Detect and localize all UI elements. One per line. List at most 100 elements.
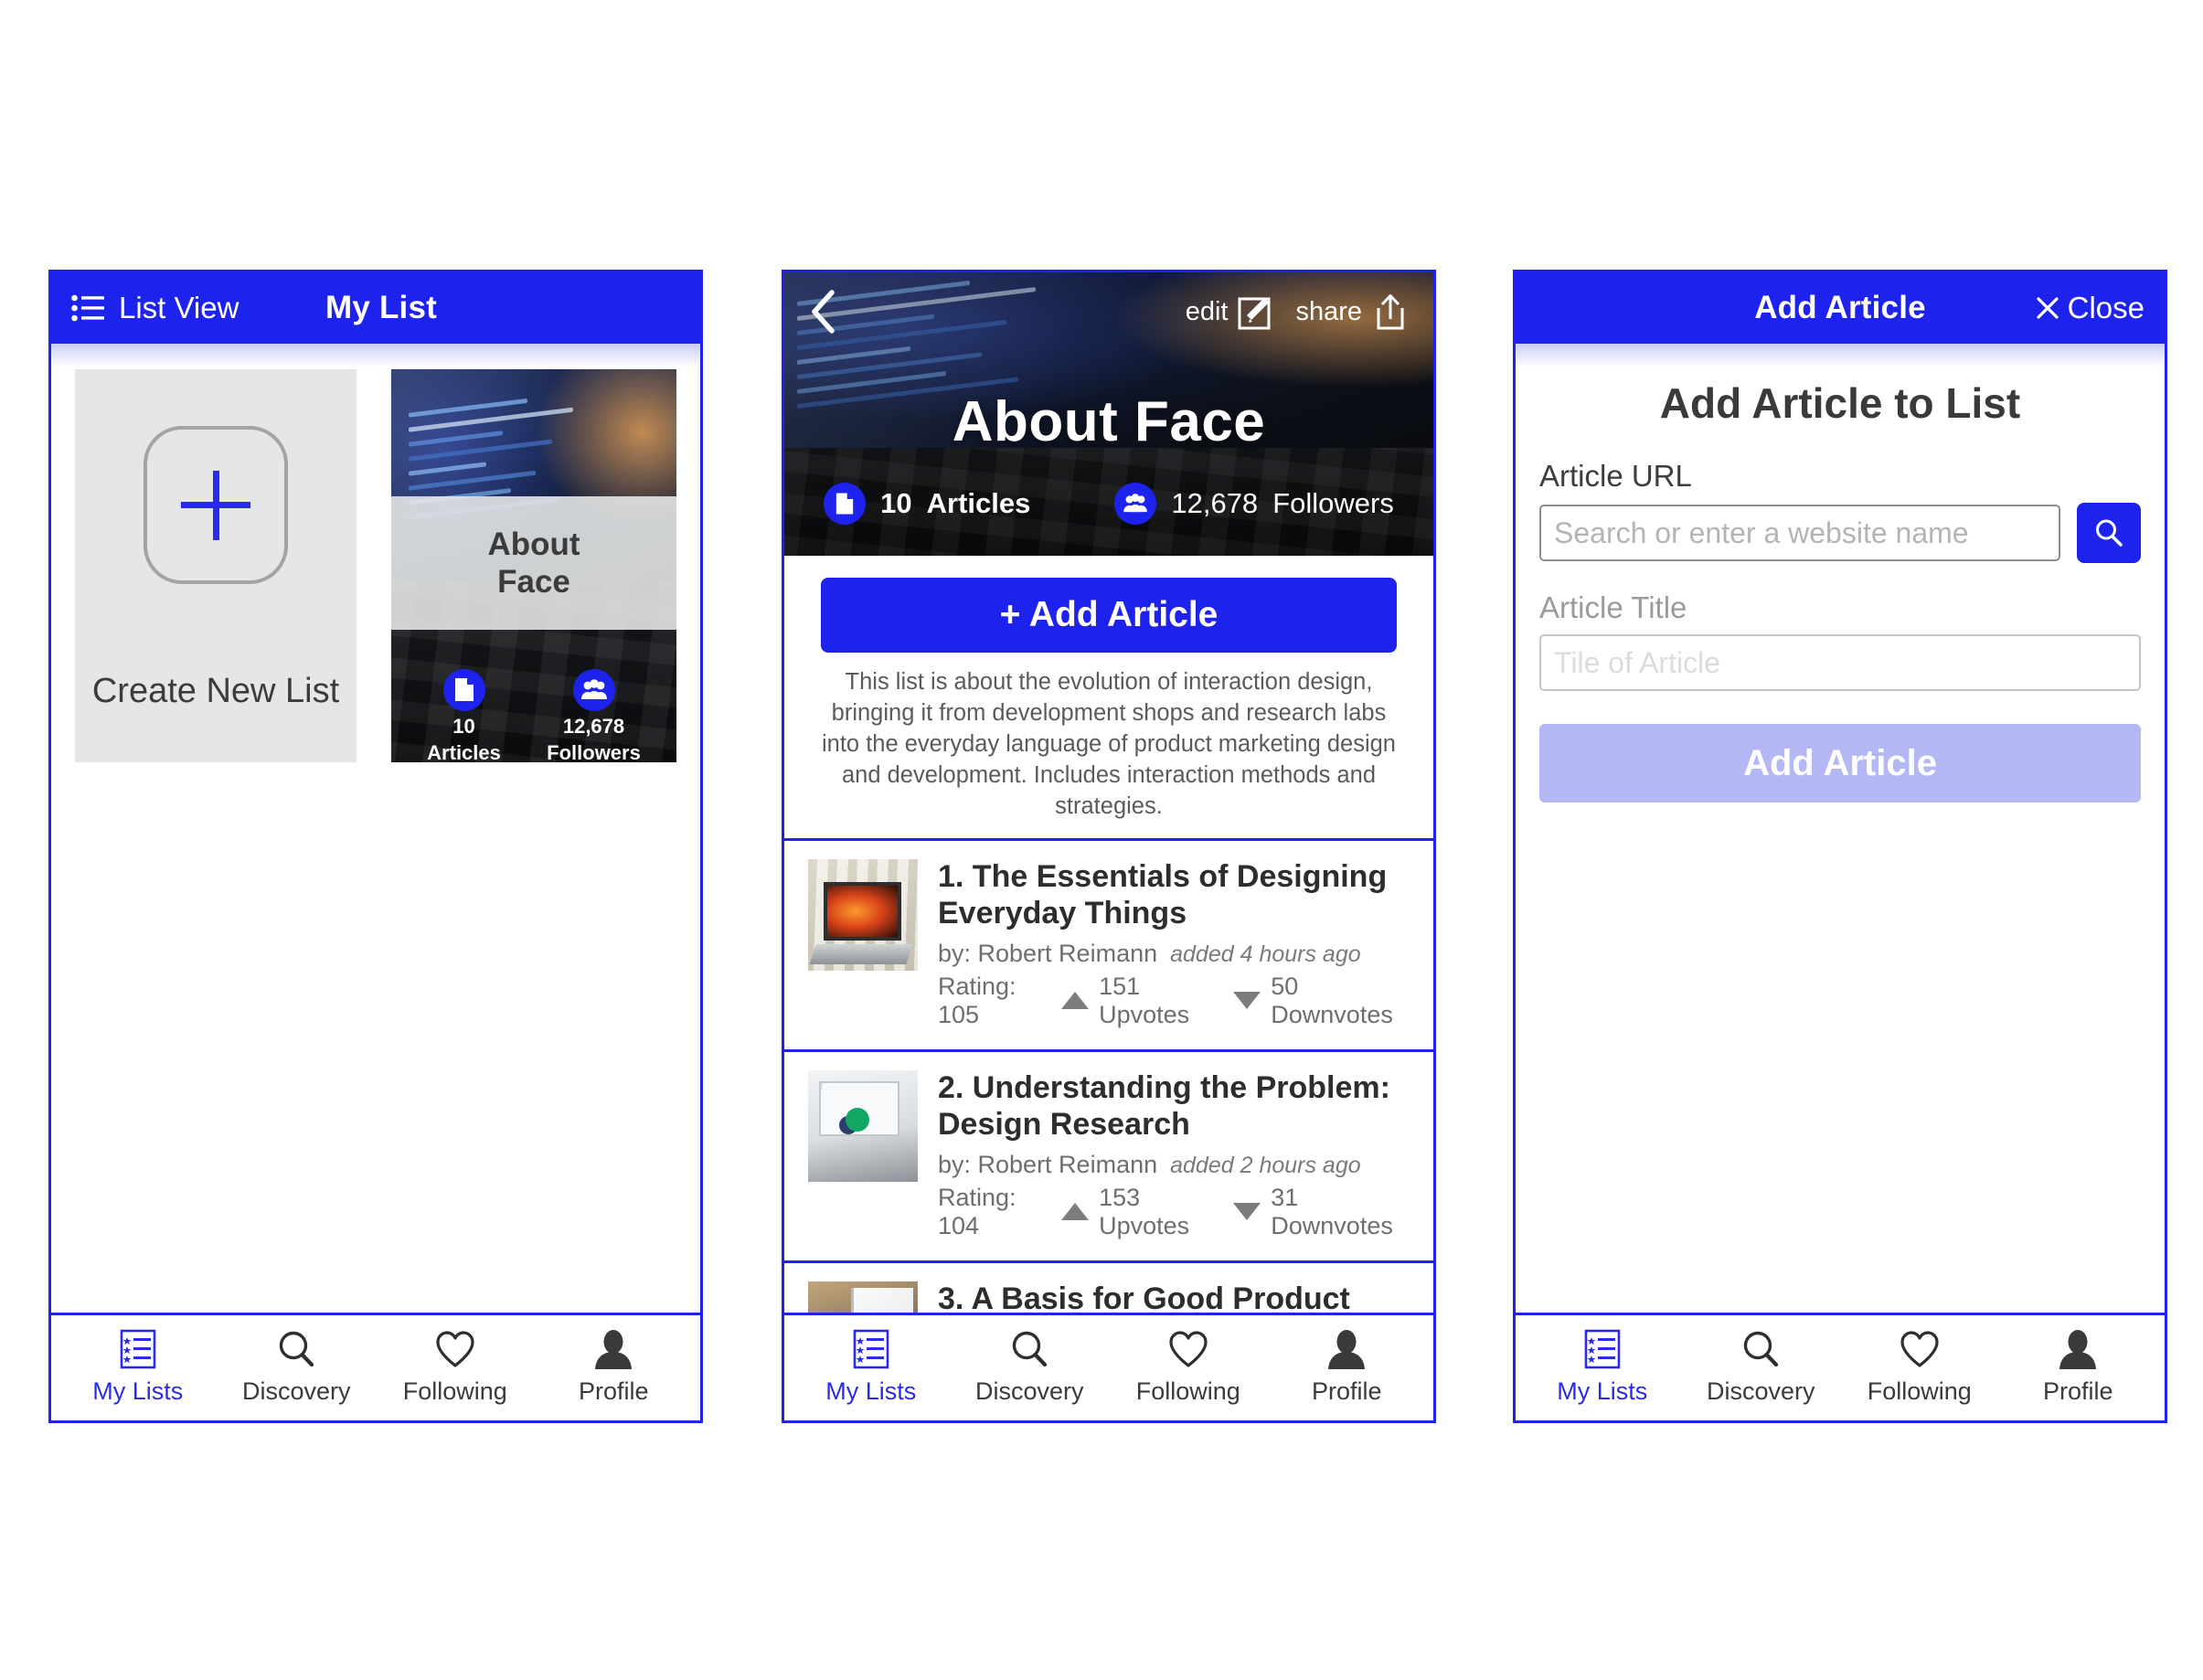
profile-icon <box>2056 1327 2100 1371</box>
tabbar-screen1: My Lists Discovery Following Profile <box>51 1313 700 1420</box>
tab-my-lists[interactable]: My Lists <box>803 1327 940 1406</box>
article-list-item[interactable]: 1. The Essentials of Designing Everyday … <box>784 841 1433 1052</box>
add-article-button[interactable]: + Add Article <box>821 577 1397 653</box>
article-list-item[interactable]: 3. A Basis for Good Product Behavior by:… <box>784 1263 1433 1313</box>
stat-followers-label: Followers <box>547 741 641 762</box>
close-x-icon <box>2036 296 2059 320</box>
tab-my-lists[interactable]: My Lists <box>1534 1327 1671 1406</box>
downvote-triangle-icon[interactable] <box>1233 992 1261 1010</box>
profile-icon <box>591 1327 635 1371</box>
tab-discovery-label: Discovery <box>974 1377 1084 1405</box>
article-title: 3. A Basis for Good Product Behavior <box>938 1281 1350 1313</box>
article-thumbnail <box>808 859 918 972</box>
article-upvotes: 153 Upvotes <box>1099 1183 1190 1239</box>
list-view-label: List View <box>119 291 239 324</box>
edit-button[interactable]: edit <box>1186 292 1276 331</box>
article-rating: Rating: 105 <box>938 972 1016 1028</box>
article-thumbnail <box>808 1281 918 1313</box>
phone-screen-list-detail: edit share About Face 10 Articles 12,678… <box>782 270 1436 1423</box>
hero-stat-followers-value: 12,678 <box>1171 486 1259 519</box>
tab-profile[interactable]: Profile <box>545 1327 682 1406</box>
hero-title: About Face <box>952 390 1266 453</box>
tab-profile[interactable]: Profile <box>2009 1327 2146 1406</box>
tabbar-screen2: My Lists Discovery Following Profile <box>784 1313 1433 1420</box>
article-url-label: Article URL <box>1539 459 1692 493</box>
navbar-my-list: List View My List <box>51 272 700 344</box>
tab-discovery-label: Discovery <box>1706 1377 1815 1405</box>
heart-icon <box>1166 1327 1210 1371</box>
stat-articles-value: 10 <box>452 714 475 738</box>
list-card-about-face[interactable]: About Face 10 Articles 12,678 Followers <box>391 369 676 762</box>
article-upvotes: 151 Upvotes <box>1099 972 1190 1028</box>
add-article-button-wrap: + Add Article <box>784 556 1433 653</box>
list-view-button[interactable]: List View <box>71 291 239 325</box>
heart-icon <box>1898 1327 1942 1371</box>
search-icon <box>274 1327 318 1371</box>
my-list-body: Create New List About Face 10 Articles 1… <box>51 344 700 1313</box>
my-lists-icon <box>1580 1327 1624 1371</box>
stat-articles: 10 Articles <box>427 668 501 762</box>
downvote-triangle-icon[interactable] <box>1233 1203 1261 1220</box>
article-list-item[interactable]: 2. Understanding the Problem: Design Res… <box>784 1052 1433 1263</box>
search-button[interactable] <box>2077 503 2141 563</box>
hero-stat-articles-label: Articles <box>926 486 1031 519</box>
upvote-triangle-icon[interactable] <box>1061 992 1090 1010</box>
article-rating-row: Rating: 104 153 Upvotes 31 Downvotes <box>938 1184 1411 1240</box>
screenshot-canvas: List View My List Create New List About … <box>0 0 2203 1680</box>
tab-following[interactable]: Following <box>387 1327 524 1406</box>
form-heading: Add Article to List <box>1659 379 2021 427</box>
tab-profile-label: Profile <box>1311 1377 1382 1405</box>
article-url-row <box>1539 503 2141 563</box>
article-title-input[interactable] <box>1539 634 2141 691</box>
hero-stat-followers-label: Followers <box>1272 486 1394 519</box>
tab-discovery[interactable]: Discovery <box>1692 1327 1829 1406</box>
tab-following-label: Following <box>402 1377 507 1405</box>
create-new-list-card[interactable]: Create New List <box>75 369 357 762</box>
article-rating-row: Rating: 105 151 Upvotes 50 Downvotes <box>938 973 1411 1029</box>
list-card-title-line2: Face <box>497 564 570 600</box>
tab-discovery[interactable]: Discovery <box>228 1327 365 1406</box>
tab-profile[interactable]: Profile <box>1278 1327 1415 1406</box>
list-description: This list is about the evolution of inte… <box>822 668 1396 819</box>
tab-following-label: Following <box>1135 1377 1240 1405</box>
people-icon <box>1114 482 1157 525</box>
list-card-title-line1: About <box>487 526 580 562</box>
article-title: 2. Understanding the Problem: Design Res… <box>938 1069 1390 1142</box>
edit-pencil-icon <box>1237 292 1275 331</box>
article-author: by: Robert Reimann <box>938 939 1158 967</box>
document-icon <box>824 482 867 525</box>
tab-discovery-label: Discovery <box>241 1377 351 1405</box>
tab-my-lists-label: My Lists <box>1557 1377 1648 1405</box>
article-added-time: added 2 hours ago <box>1170 1152 1361 1178</box>
profile-icon <box>1325 1327 1368 1371</box>
search-icon <box>1739 1327 1783 1371</box>
my-lists-icon <box>116 1327 160 1371</box>
list-card-stats: 10 Articles 12,678 Followers <box>391 668 676 762</box>
article-rating: Rating: 104 <box>938 1183 1016 1239</box>
article-title-label: Article Title <box>1539 590 1687 624</box>
my-lists-icon <box>849 1327 893 1371</box>
hero-banner: edit share About Face 10 Articles 12,678… <box>784 272 1433 556</box>
article-title: 1. The Essentials of Designing Everyday … <box>938 859 1388 931</box>
share-button[interactable]: share <box>1295 292 1410 331</box>
close-label: Close <box>2067 291 2144 324</box>
tab-following[interactable]: Following <box>1120 1327 1257 1406</box>
tab-discovery[interactable]: Discovery <box>961 1327 1098 1406</box>
page-title: My List <box>325 290 437 325</box>
plus-icon-frame <box>144 426 289 584</box>
create-new-list-label: Create New List <box>91 672 340 710</box>
tab-following[interactable]: Following <box>1851 1327 1988 1406</box>
article-url-input[interactable] <box>1539 505 2060 561</box>
stat-followers: 12,678 Followers <box>547 668 641 762</box>
submit-add-article-button[interactable]: Add Article <box>1539 724 2141 803</box>
people-icon <box>572 668 615 711</box>
list-view-icon <box>71 293 104 323</box>
close-button[interactable]: Close <box>2036 291 2144 325</box>
article-thumbnail <box>808 1069 918 1182</box>
tab-my-lists[interactable]: My Lists <box>69 1327 207 1406</box>
article-added-time: added 4 hours ago <box>1170 941 1361 967</box>
article-downvotes: 31 Downvotes <box>1271 1183 1393 1239</box>
upvote-triangle-icon[interactable] <box>1061 1203 1090 1220</box>
page-title: Add Article <box>1754 290 1926 325</box>
back-chevron-icon[interactable] <box>808 289 839 335</box>
